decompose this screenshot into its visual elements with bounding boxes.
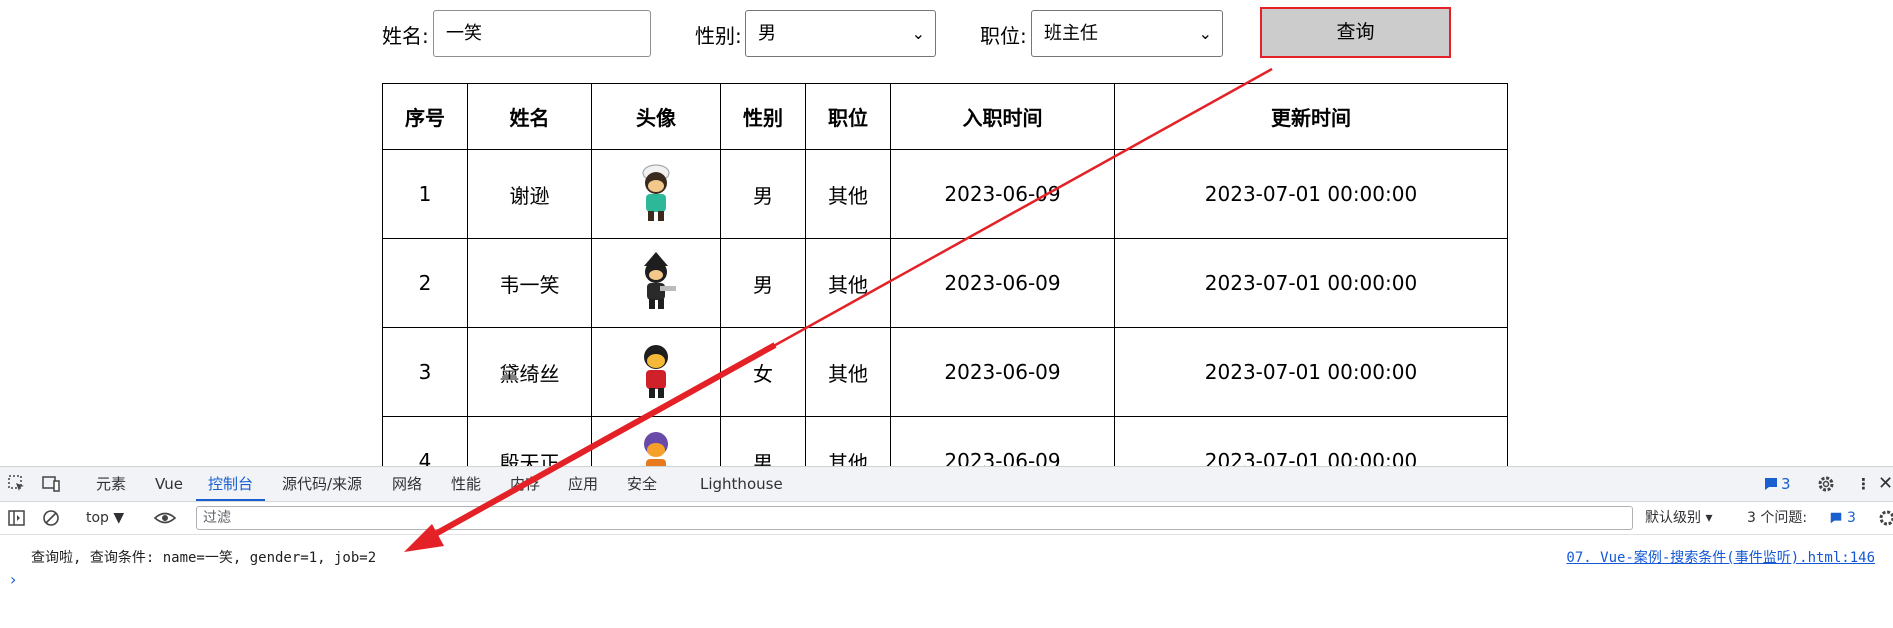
header-id: 序号	[382, 83, 468, 150]
cell-gender: 女	[720, 327, 806, 417]
header-name: 姓名	[467, 83, 592, 150]
job-select-value: 班主任	[1044, 23, 1098, 44]
cell-avatar	[591, 327, 721, 417]
sidebar-toggle-icon[interactable]	[7, 508, 27, 528]
tab-sources[interactable]: 源代码/来源	[282, 467, 362, 501]
devtools-panel: 元素 Vue 控制台 源代码/来源 网络 性能 内存 应用 安全 Lightho…	[0, 466, 1893, 628]
console-log-message: 查询啦, 查询条件: name=一笑, gender=1, job=2	[31, 550, 377, 566]
console-settings-icon[interactable]	[1877, 508, 1893, 528]
table-row: 3 黛绮丝 女 其他 2023-06-09 2023-07-01 00:00:0…	[382, 327, 1508, 417]
cell-name: 谢逊	[467, 149, 592, 239]
cell-job: 其他	[805, 149, 891, 239]
cell-gender: 男	[720, 416, 806, 466]
header-entry-date: 入职时间	[890, 83, 1115, 150]
tab-memory[interactable]: 内存	[510, 467, 540, 501]
device-toolbar-icon[interactable]	[41, 474, 61, 494]
clear-console-icon[interactable]	[41, 508, 61, 528]
log-level-value: 默认级别	[1645, 510, 1701, 526]
query-button[interactable]: 查询	[1260, 7, 1451, 58]
header-gender: 性别	[720, 83, 806, 150]
header-update-time: 更新时间	[1114, 83, 1508, 150]
context-value: top	[86, 510, 109, 526]
cell-avatar	[591, 238, 721, 328]
avatar-image	[644, 432, 668, 466]
table-row: 1 谢逊 男 其他 2023-06-09 2023-07-01 00:00:00	[382, 149, 1508, 239]
chevron-down-icon: ⌄	[911, 24, 925, 43]
cell-name: 殷天正	[467, 416, 592, 466]
cell-update-time: 2023-07-01 00:00:00	[1114, 149, 1508, 239]
cell-avatar	[591, 149, 721, 239]
log-level-select[interactable]: 默认级别 ▾	[1645, 502, 1712, 534]
tab-vue[interactable]: Vue	[155, 467, 183, 501]
cell-update-time: 2023-07-01 00:00:00	[1114, 238, 1508, 328]
avatar-image	[644, 345, 668, 398]
cell-avatar	[591, 416, 721, 466]
name-label: 姓名:	[382, 24, 429, 48]
tab-console[interactable]: 控制台	[196, 467, 266, 501]
console-source-link[interactable]: 07. Vue-案例-搜索条件(事件监听).html:146	[1566, 547, 1875, 567]
message-icon[interactable]	[1763, 476, 1779, 492]
cell-job: 其他	[805, 416, 891, 466]
devtools-tab-bar: 元素 Vue 控制台 源代码/来源 网络 性能 内存 应用 安全 Lightho…	[0, 467, 1893, 502]
console-filter-input[interactable]: 过滤	[196, 506, 1633, 530]
console-toolbar: top ▼ 过滤 默认级别 ▾ 3 个问题: 3	[0, 502, 1893, 535]
inspect-element-icon[interactable]	[7, 474, 27, 494]
cell-update-time: 2023-07-01 00:00:00	[1114, 327, 1508, 417]
table-header-row: 序号 姓名 头像 性别 职位 入职时间 更新时间	[382, 83, 1508, 150]
console-prompt[interactable]: ›	[10, 570, 16, 589]
cell-id: 3	[382, 327, 468, 417]
header-job: 职位	[805, 83, 891, 150]
tab-elements[interactable]: 元素	[96, 467, 126, 501]
tab-application[interactable]: 应用	[568, 467, 598, 501]
cell-entry-date: 2023-06-09	[890, 416, 1115, 466]
issues-label[interactable]: 3 个问题:	[1747, 502, 1807, 534]
cell-id: 1	[382, 149, 468, 239]
issues-icon	[1830, 512, 1842, 524]
cell-job: 其他	[805, 327, 891, 417]
table-row: 4 殷天正 男 其他 2023-06-09 2023-07-01 00:00:0…	[382, 416, 1508, 466]
context-selector[interactable]: top ▼	[86, 502, 124, 534]
header-avatar: 头像	[591, 83, 721, 150]
cell-entry-date: 2023-06-09	[890, 327, 1115, 417]
tab-lighthouse[interactable]: Lighthouse	[700, 467, 783, 501]
avatar-image	[642, 164, 670, 221]
cell-id: 2	[382, 238, 468, 328]
message-count: 3	[1781, 475, 1791, 493]
tab-security[interactable]: 安全	[627, 467, 657, 501]
chevron-down-icon: ⌄	[1198, 24, 1212, 43]
tab-network[interactable]: 网络	[392, 467, 422, 501]
cell-name: 韦一笑	[467, 238, 592, 328]
avatar-image	[644, 252, 676, 309]
gender-select-value: 男	[758, 23, 776, 44]
cell-entry-date: 2023-06-09	[890, 149, 1115, 239]
cell-job: 其他	[805, 238, 891, 328]
job-select[interactable]: 班主任 ⌄	[1031, 10, 1223, 57]
job-label: 职位:	[980, 24, 1027, 48]
search-form: 姓名: 一笑 性别: 男 ⌄ 职位: 班主任 ⌄ 查询	[0, 0, 1893, 70]
name-input[interactable]: 一笑	[433, 10, 651, 57]
eye-icon[interactable]	[153, 508, 177, 528]
cell-name: 黛绮丝	[467, 327, 592, 417]
employee-table: 序号 姓名 头像 性别 职位 入职时间 更新时间 1 谢逊 男 其他 2023-…	[382, 83, 1508, 466]
tab-performance[interactable]: 性能	[451, 467, 481, 501]
table-row: 2 韦一笑 男 其他 2023-06-09 2023-07-01 00:00:0…	[382, 238, 1508, 328]
cell-gender: 男	[720, 238, 806, 328]
page-content: 姓名: 一笑 性别: 男 ⌄ 职位: 班主任 ⌄ 查询 序号 姓名 头像 性别 …	[0, 0, 1893, 466]
cell-update-time: 2023-07-01 00:00:00	[1114, 416, 1508, 466]
cell-gender: 男	[720, 149, 806, 239]
more-options-icon[interactable]: ⋮	[1856, 467, 1871, 501]
issues-count[interactable]: 3	[1847, 502, 1856, 534]
cell-id: 4	[382, 416, 468, 466]
gender-select[interactable]: 男 ⌄	[745, 10, 936, 57]
gender-label: 性别:	[695, 24, 742, 48]
gear-icon[interactable]	[1816, 474, 1836, 494]
close-icon[interactable]: ✕	[1878, 467, 1893, 501]
cell-entry-date: 2023-06-09	[890, 238, 1115, 328]
